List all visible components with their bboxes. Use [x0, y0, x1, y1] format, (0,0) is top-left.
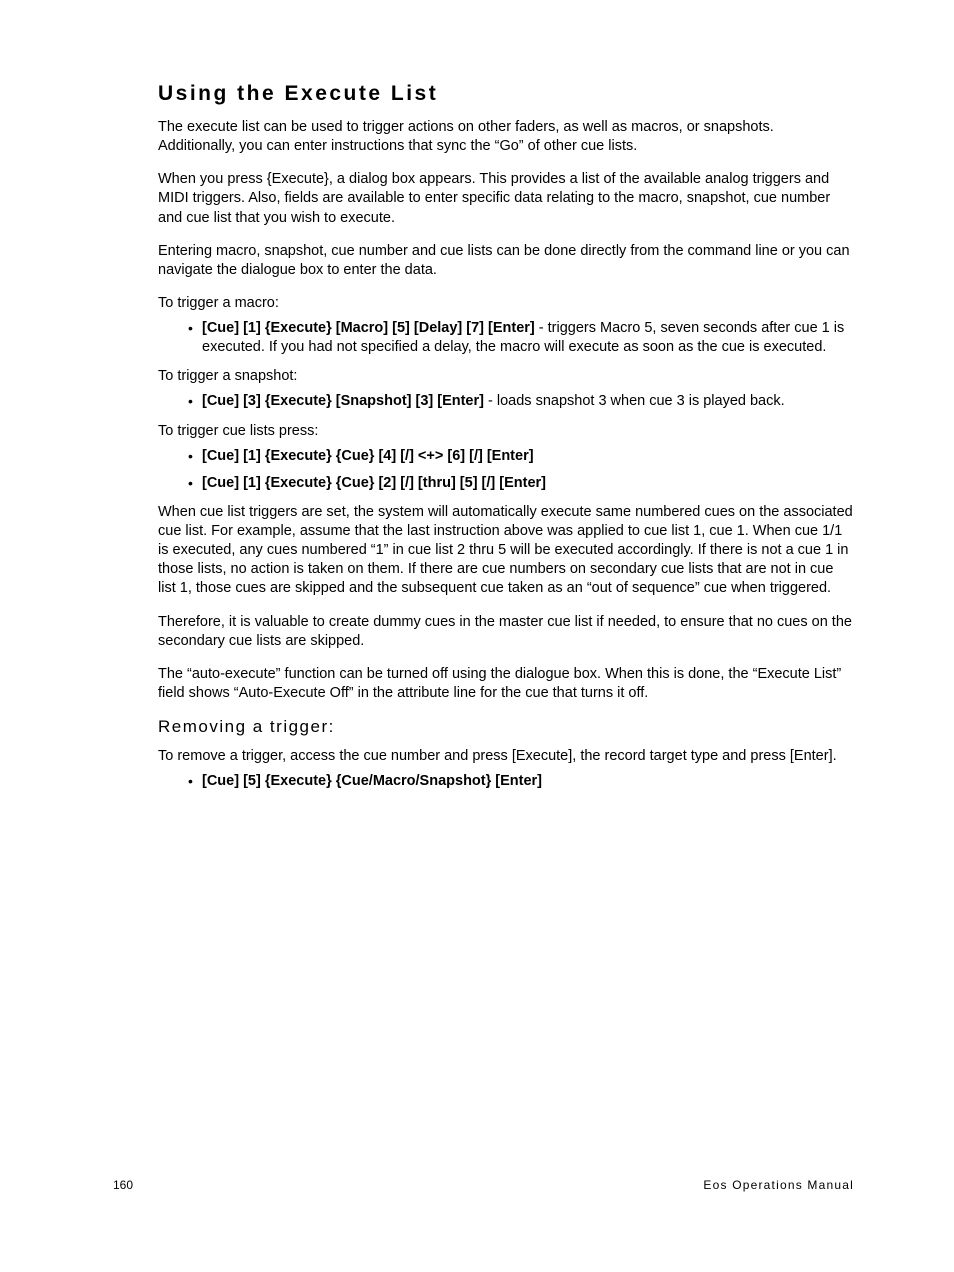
- body-paragraph: To trigger cue lists press:: [158, 422, 854, 441]
- body-paragraph: To trigger a macro:: [158, 294, 854, 313]
- list-item-bold: [Cue] [1] {Execute} {Cue} [2] [/] [thru]…: [202, 475, 546, 491]
- bullet-list: [Cue] [1] {Execute} [Macro] [5] [Delay] …: [158, 319, 854, 357]
- manual-name: Eos Operations Manual: [703, 1178, 854, 1192]
- list-item-text: - loads snapshot 3 when cue 3 is played …: [484, 393, 785, 409]
- page-number: 160: [113, 1178, 133, 1192]
- list-item: [Cue] [5] {Execute} {Cue/Macro/Snapshot}…: [158, 772, 854, 791]
- bullet-list: [Cue] [5] {Execute} {Cue/Macro/Snapshot}…: [158, 772, 854, 791]
- body-paragraph: When you press {Execute}, a dialog box a…: [158, 170, 854, 227]
- list-item-bold: [Cue] [1] {Execute} {Cue} [4] [/] <+> [6…: [202, 448, 534, 464]
- body-paragraph: When cue list triggers are set, the syst…: [158, 503, 854, 599]
- subsection-title: Removing a trigger:: [158, 717, 854, 737]
- list-item: [Cue] [3] {Execute} [Snapshot] [3] [Ente…: [158, 392, 854, 411]
- body-paragraph: Entering macro, snapshot, cue number and…: [158, 242, 854, 280]
- body-paragraph: The execute list can be used to trigger …: [158, 118, 854, 156]
- bullet-list: [Cue] [1] {Execute} {Cue} [4] [/] <+> [6…: [158, 447, 854, 493]
- section-title: Using the Execute List: [158, 82, 854, 106]
- page-content: Using the Execute List The execute list …: [0, 0, 954, 791]
- list-item: [Cue] [1] {Execute} {Cue} [2] [/] [thru]…: [158, 474, 854, 493]
- list-item-bold: [Cue] [1] {Execute} [Macro] [5] [Delay] …: [202, 320, 535, 336]
- list-item: [Cue] [1] {Execute} [Macro] [5] [Delay] …: [158, 319, 854, 357]
- list-item-bold: [Cue] [3] {Execute} [Snapshot] [3] [Ente…: [202, 393, 484, 409]
- body-paragraph: The “auto-execute” function can be turne…: [158, 665, 854, 703]
- list-item-bold: [Cue] [5] {Execute} {Cue/Macro/Snapshot}…: [202, 773, 542, 789]
- page-footer: 160 Eos Operations Manual: [113, 1178, 854, 1192]
- body-paragraph: To trigger a snapshot:: [158, 367, 854, 386]
- body-paragraph: Therefore, it is valuable to create dumm…: [158, 613, 854, 651]
- list-item: [Cue] [1] {Execute} {Cue} [4] [/] <+> [6…: [158, 447, 854, 466]
- body-paragraph: To remove a trigger, access the cue numb…: [158, 747, 854, 766]
- bullet-list: [Cue] [3] {Execute} [Snapshot] [3] [Ente…: [158, 392, 854, 411]
